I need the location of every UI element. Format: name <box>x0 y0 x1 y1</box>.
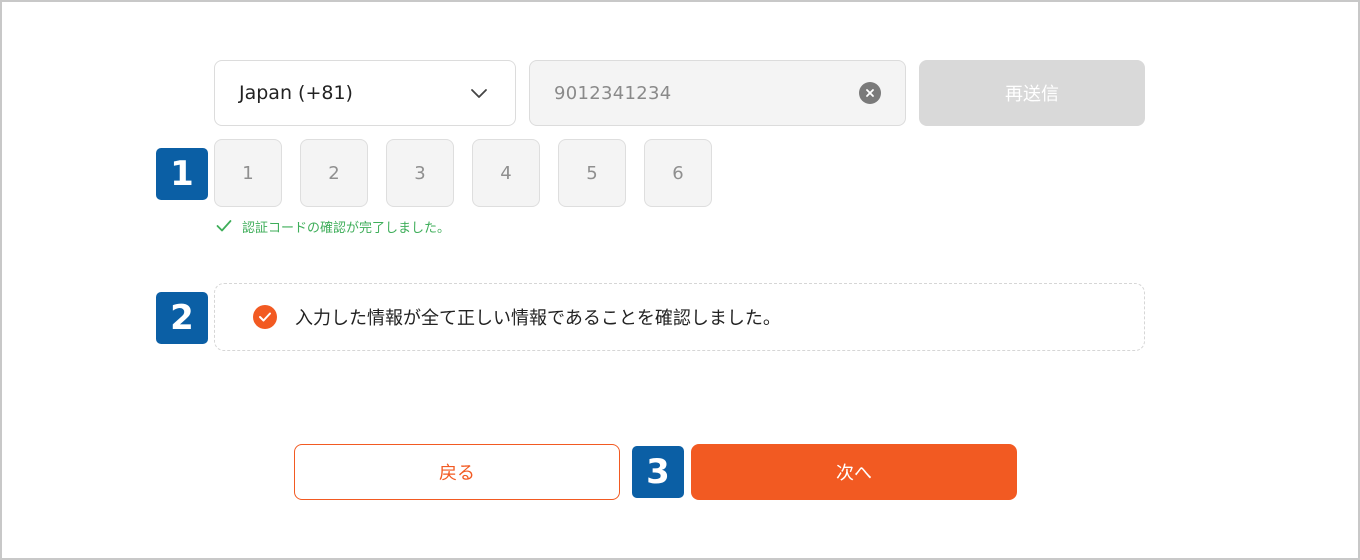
code-digit-box-5[interactable]: 5 <box>558 139 626 207</box>
back-button[interactable]: 戻る <box>294 444 620 500</box>
step-badge-3: 3 <box>632 446 684 498</box>
code-digit-box-2[interactable]: 2 <box>300 139 368 207</box>
next-button[interactable]: 次へ <box>691 444 1017 500</box>
verification-success-message: 認証コードの確認が完了しました。 <box>216 216 450 236</box>
confirm-checkbox-label: 入力した情報が全て正しい情報であることを確認しました。 <box>295 308 781 329</box>
step-badge-1: 1 <box>156 148 208 200</box>
success-message-text: 認証コードの確認が完了しました。 <box>242 220 451 236</box>
code-digit-box-1[interactable]: 1 <box>214 139 282 207</box>
checkmark-icon <box>216 220 232 232</box>
confirm-checkbox[interactable]: 入力した情報が全て正しい情報であることを確認しました。 <box>214 283 1145 351</box>
phone-number-value: 9012341234 <box>554 82 672 104</box>
check-circle-icon[interactable] <box>253 305 277 329</box>
country-select-value: Japan (+81) <box>239 82 353 104</box>
step-badge-2: 2 <box>156 292 208 344</box>
close-circle-icon[interactable] <box>859 82 881 104</box>
code-digit-box-6[interactable]: 6 <box>644 139 712 207</box>
chevron-down-icon <box>471 89 487 98</box>
phone-number-input[interactable]: 9012341234 <box>529 60 906 126</box>
resend-button[interactable]: 再送信 <box>919 60 1145 126</box>
country-select[interactable]: Japan (+81) <box>214 60 516 126</box>
code-digit-box-4[interactable]: 4 <box>472 139 540 207</box>
code-digit-box-3[interactable]: 3 <box>386 139 454 207</box>
